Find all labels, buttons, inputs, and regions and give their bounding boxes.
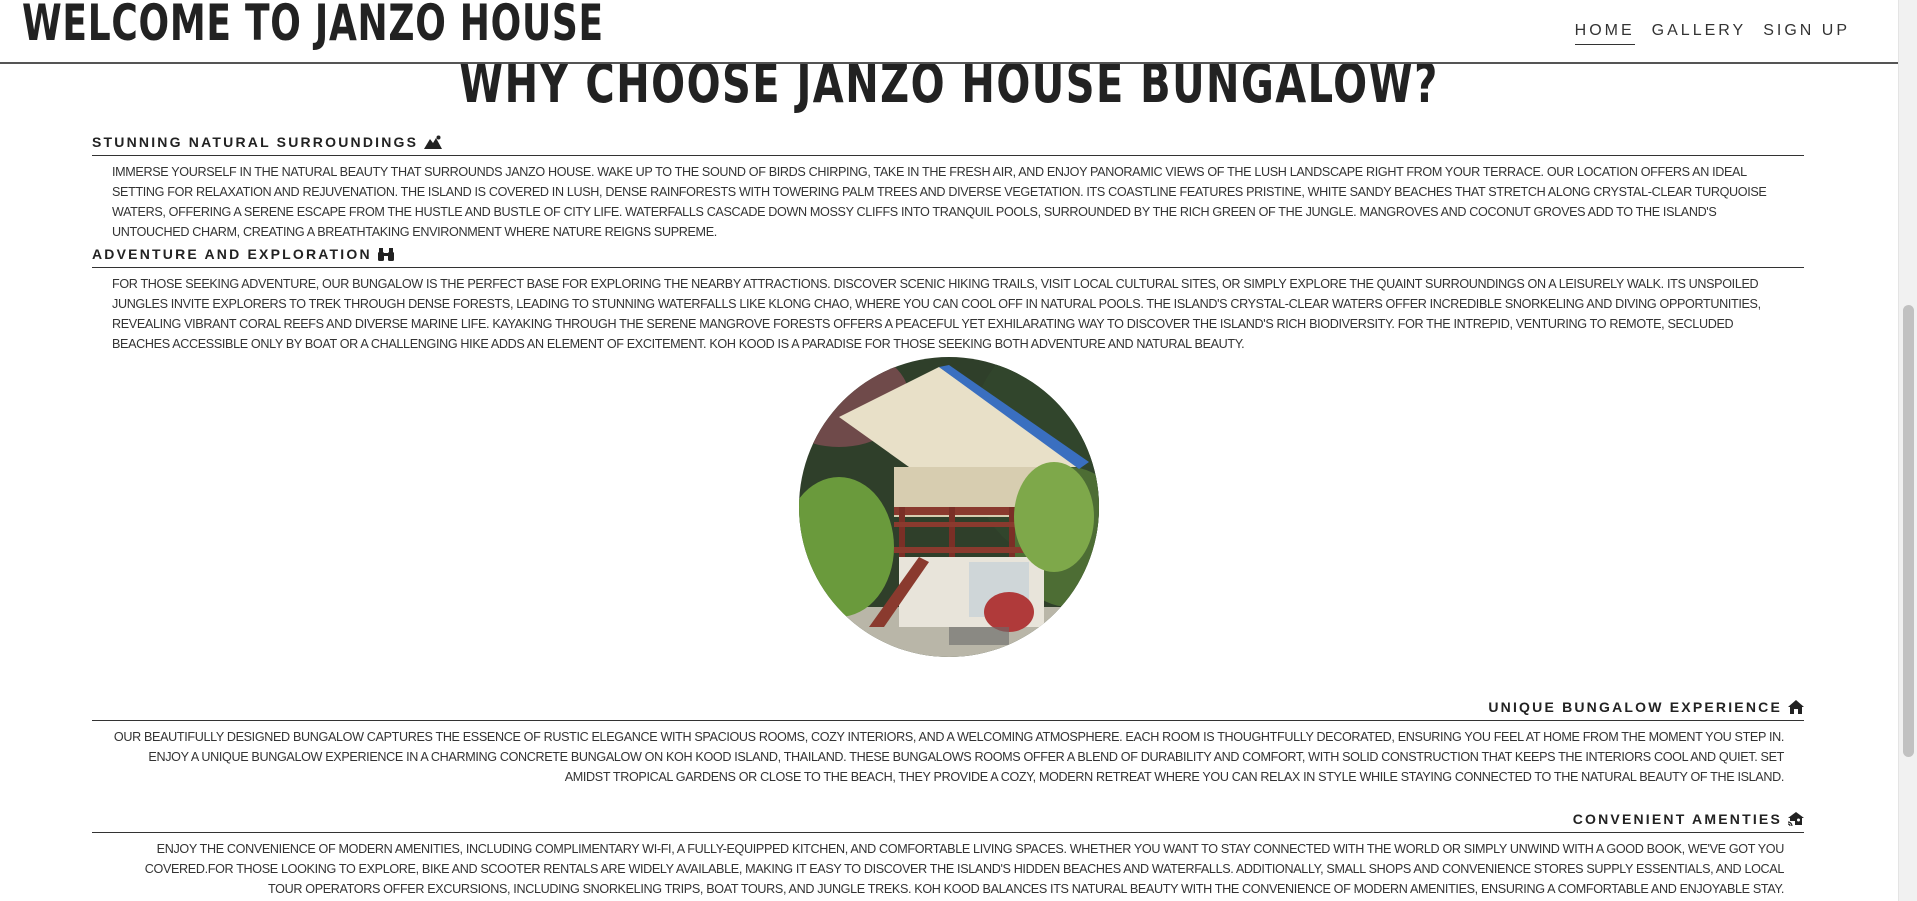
section-heading-text: STUNNING NATURAL SURROUNDINGS (92, 133, 419, 150)
bungalow-photo (799, 357, 1099, 657)
section-body: FOR THOSE SEEKING ADVENTURE, OUR BUNGALO… (112, 277, 1761, 351)
nav-link-sign-up[interactable]: SIGN UP (1763, 22, 1850, 45)
section-body: IMMERSE YOURSELF IN THE NATURAL BEAUTY T… (112, 165, 1767, 239)
section-heading-text: ADVENTURE AND EXPLORATION (92, 245, 372, 262)
nav-link-home[interactable]: HOME (1574, 22, 1635, 45)
scrollbar-thumb[interactable] (1903, 305, 1914, 757)
house-icon (1788, 699, 1804, 714)
site-header: WELCOME TO JANZO HOUSE HOME GALLERY SIGN… (0, 0, 1898, 64)
section-heading: ADVENTURE AND EXPLORATION (92, 244, 1804, 268)
section-adventure-exploration: ADVENTURE AND EXPLORATION FOR THOSE SEEK… (92, 244, 1804, 354)
section-heading: CONVENIENT AMENTIES (92, 809, 1804, 833)
nav-link-gallery[interactable]: GALLERY (1652, 22, 1747, 45)
section-body: ENJOY THE CONVENIENCE OF MODERN AMENITIE… (144, 842, 1785, 896)
section-unique-bungalow: UNIQUE BUNGALOW EXPERIENCE OUR BEAUTIFUL… (92, 697, 1804, 787)
section-heading-text: CONVENIENT AMENTIES (1572, 810, 1782, 827)
binoculars-icon (377, 247, 394, 261)
site-brand-title: WELCOME TO JANZO HOUSE (22, 0, 604, 52)
section-convenient-amenities: CONVENIENT AMENTIES ENJOY THE CONVENIENC… (92, 809, 1804, 899)
mountain-icon (424, 135, 443, 149)
section-heading: UNIQUE BUNGALOW EXPERIENCE (92, 697, 1804, 721)
section-body: OUR BEAUTIFULLY DESIGNED BUNGALOW CAPTUR… (113, 730, 1784, 784)
section-natural-surroundings: STUNNING NATURAL SURROUNDINGS IMMERSE YO… (92, 132, 1804, 242)
page-scrollbar[interactable] (1898, 0, 1917, 901)
main-nav: HOME GALLERY SIGN UP (1574, 22, 1850, 45)
section-heading: STUNNING NATURAL SURROUNDINGS (92, 132, 1804, 156)
house-signal-icon (1788, 811, 1804, 826)
section-heading-text: UNIQUE BUNGALOW EXPERIENCE (1488, 698, 1782, 715)
